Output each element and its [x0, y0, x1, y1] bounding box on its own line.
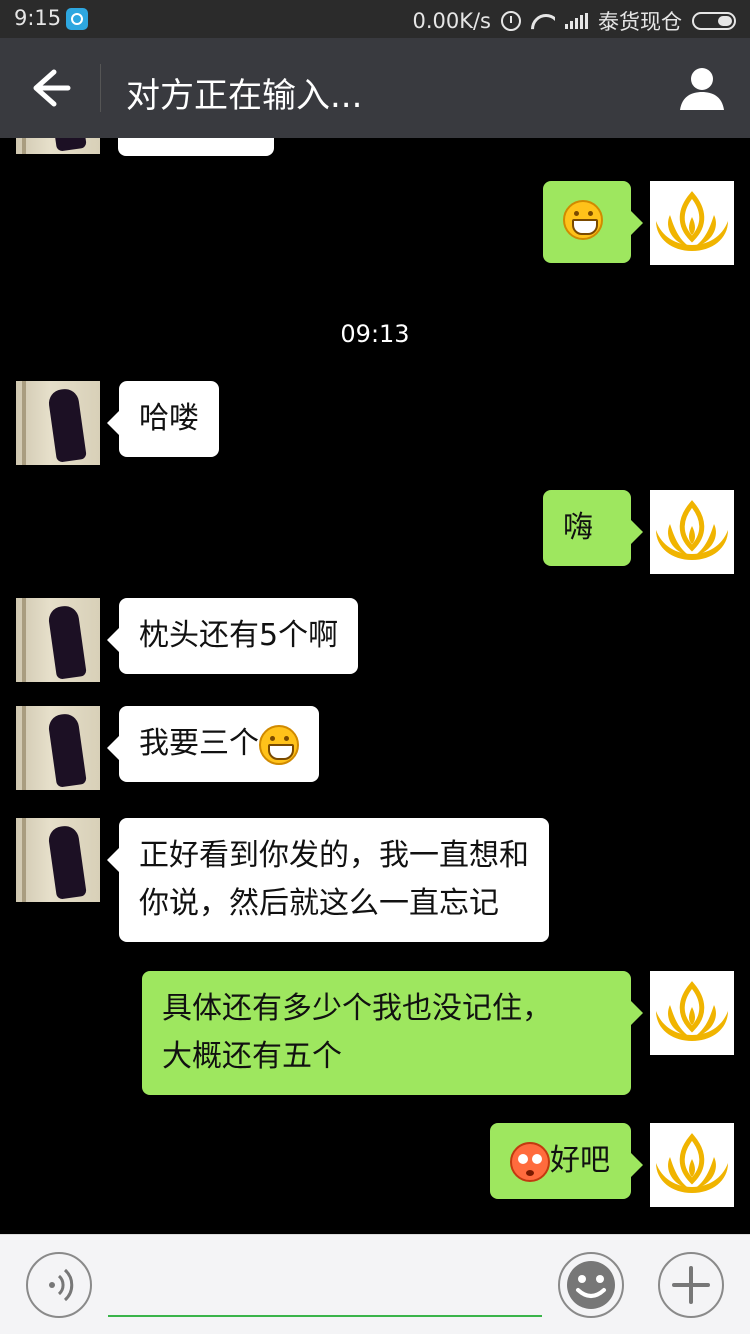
grin-emoji-icon	[563, 199, 603, 240]
chat-header: 对方正在输入...	[0, 38, 750, 138]
battery-icon	[692, 12, 736, 30]
message-text: 枕头还有5个啊	[139, 618, 339, 653]
message-line: 正好看到你发的，我一直想和	[139, 838, 529, 873]
message-text: 好吧	[550, 1143, 610, 1178]
status-time: 9:15	[14, 6, 62, 30]
message-text: 我要三个	[139, 726, 259, 761]
my-avatar[interactable]	[650, 490, 734, 574]
message-timestamp: 09:13	[340, 320, 410, 348]
message-line: 具体还有多少个我也没记住，	[162, 991, 552, 1026]
voice-icon	[49, 1268, 74, 1302]
message-bubble-other[interactable]: 正好看到你发的，我一直想和 你说，然后就这么一直忘记	[107, 818, 549, 942]
chat-info-button[interactable]	[678, 64, 726, 112]
voice-button[interactable]	[26, 1252, 92, 1318]
message-bubble-other[interactable]: 我要三个	[107, 706, 319, 782]
status-right: 0.00K/s 泰货现仓	[412, 6, 736, 36]
arrow-left-icon	[33, 69, 71, 107]
message-bubble-me[interactable]: 好吧	[490, 1123, 643, 1199]
message-bubble-other[interactable]: 哈喽	[107, 381, 219, 457]
message-list[interactable]: 09:13 哈喽 嗨 枕头还有5个啊 我要三个 正好看到你发的，我一直想和 你说…	[0, 138, 750, 1234]
lotus-logo-icon	[656, 500, 728, 560]
my-avatar[interactable]	[650, 181, 734, 265]
alarm-icon	[501, 11, 521, 31]
carrier-name: 泰货现仓	[598, 10, 682, 34]
contact-avatar[interactable]	[16, 598, 100, 682]
message-text: 嗨	[563, 510, 593, 545]
lotus-logo-icon	[656, 981, 728, 1041]
contact-avatar[interactable]	[16, 138, 100, 154]
page-title: 对方正在输入...	[126, 76, 363, 116]
message-bubble-other[interactable]: 枕头还有5个啊	[106, 598, 359, 674]
contact-avatar[interactable]	[16, 818, 100, 902]
message-line: 你说，然后就这么一直忘记	[139, 886, 499, 921]
input-bar	[0, 1234, 750, 1334]
status-bar: 9:15 0.00K/s 泰货现仓	[0, 0, 750, 38]
my-avatar[interactable]	[650, 1123, 734, 1207]
message-bubble-me[interactable]	[543, 181, 643, 263]
message-input[interactable]	[108, 1255, 542, 1317]
lotus-logo-icon	[656, 191, 728, 251]
grin-emoji-icon	[259, 724, 299, 765]
emoji-button[interactable]	[558, 1252, 624, 1318]
message-bubble-partial	[118, 138, 274, 156]
message-text: 哈喽	[139, 401, 199, 436]
my-avatar[interactable]	[650, 971, 734, 1055]
plus-icon	[672, 1266, 710, 1304]
lotus-logo-icon	[656, 1133, 728, 1193]
blush-emoji-icon	[510, 1141, 550, 1182]
network-speed: 0.00K/s	[412, 9, 491, 33]
person-icon	[680, 68, 724, 110]
signal-icon	[565, 13, 588, 29]
more-button[interactable]	[658, 1252, 724, 1318]
contact-avatar[interactable]	[16, 381, 100, 465]
message-bubble-me[interactable]: 嗨	[543, 490, 643, 566]
message-bubble-me[interactable]: 具体还有多少个我也没记住， 大概还有五个	[142, 971, 643, 1095]
back-button[interactable]	[20, 62, 80, 114]
smiley-icon	[567, 1261, 615, 1309]
contact-avatar[interactable]	[16, 706, 100, 790]
wifi-icon	[531, 12, 555, 30]
message-line: 大概还有五个	[162, 1039, 342, 1074]
app-icon	[66, 8, 88, 30]
header-divider	[100, 64, 101, 112]
